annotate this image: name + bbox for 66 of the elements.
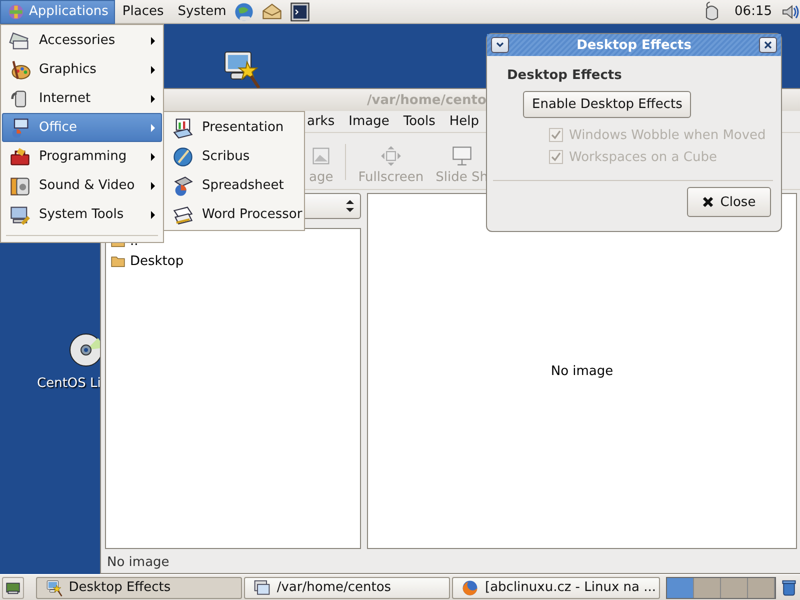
submenu-arrow-icon [151, 210, 155, 218]
globe-icon [233, 0, 256, 22]
papers-icon [9, 30, 31, 52]
section-heading: Desktop Effects [507, 68, 623, 83]
clock[interactable]: 06:15 [734, 4, 772, 19]
presentation-icon [172, 116, 194, 138]
close-button[interactable]: Close [687, 187, 771, 217]
menu-item[interactable]: Internet [2, 84, 162, 113]
desktop-icon-label[interactable]: CentOS Li [37, 376, 101, 391]
no-image-text: No image [550, 364, 614, 378]
globe-icon [461, 578, 479, 596]
submenu-arrow-icon [151, 94, 155, 102]
menu-item[interactable]: Scribus [165, 142, 303, 171]
menu-item[interactable]: Programming [2, 142, 162, 171]
submenu-arrow-icon [151, 182, 155, 190]
menu-item[interactable]: Word Processor [165, 200, 303, 229]
submenu-arrow-icon [151, 66, 155, 74]
workspace[interactable] [694, 578, 721, 598]
taskbar-button[interactable]: /var/home/centos [244, 576, 450, 598]
menu-bar-item[interactable]: Image [348, 114, 390, 129]
menu-item[interactable]: Presentation [165, 113, 303, 142]
menu-item[interactable]: Accessories [2, 26, 162, 55]
trash-icon [780, 578, 798, 596]
terminal-icon [289, 0, 312, 22]
up-down-arrows-icon [346, 200, 354, 212]
palette-icon [9, 58, 31, 80]
toolbox-icon [9, 146, 31, 168]
enable-effects-button[interactable]: Enable Desktop Effects [523, 91, 692, 118]
workspace[interactable] [748, 578, 775, 598]
menu-bar-item[interactable]: Tools [403, 114, 436, 129]
windows-icon [252, 578, 271, 596]
window-menu-button[interactable] [491, 37, 509, 53]
menu-item[interactable]: System Tools [2, 200, 162, 229]
monitor-wand-icon [44, 578, 63, 596]
taskbar-button[interactable]: [abclinuxu.cz - Linux na ... [452, 576, 660, 598]
taskbar-button[interactable]: Desktop Effects [36, 576, 242, 598]
workspace[interactable] [721, 578, 748, 598]
panel-menu[interactable]: Places [115, 0, 171, 24]
menu-bar-item[interactable]: Help [449, 114, 480, 129]
menu-item[interactable]: Graphics [2, 55, 162, 84]
close-icon [702, 196, 714, 208]
checkbox-label: Windows Wobble when Moved [569, 128, 766, 142]
menu-item[interactable]: Spreadsheet [165, 171, 303, 200]
chevron-down-icon [496, 42, 504, 48]
close-button[interactable] [759, 37, 778, 53]
globe-quill-icon [172, 146, 194, 168]
panel-menu[interactable]: System [170, 0, 234, 24]
projector-screen-icon [450, 145, 473, 167]
window-title: Desktop Effects [576, 38, 692, 52]
image-icon [310, 145, 332, 167]
menu-item[interactable]: Sound & Video [2, 171, 162, 200]
submenu-arrow-icon [151, 36, 155, 44]
show-desktop-button[interactable] [2, 576, 24, 598]
submenu-arrow-icon [151, 152, 155, 160]
menu-bar-item[interactable]: arks [307, 114, 335, 129]
workspace-switcher[interactable] [666, 576, 776, 598]
checkbox-label: Workspaces on a Cube [569, 150, 717, 164]
workspace[interactable] [667, 578, 694, 598]
pie-chart-icon [172, 174, 194, 196]
flower-icon [7, 2, 25, 20]
status-text: No image [107, 554, 170, 570]
close-icon [764, 41, 772, 49]
submenu-arrow-icon [151, 124, 155, 132]
file-item[interactable]: Desktop [110, 251, 356, 271]
window-title: /var/home/cento [367, 92, 486, 108]
move-arrows-icon [380, 145, 402, 167]
